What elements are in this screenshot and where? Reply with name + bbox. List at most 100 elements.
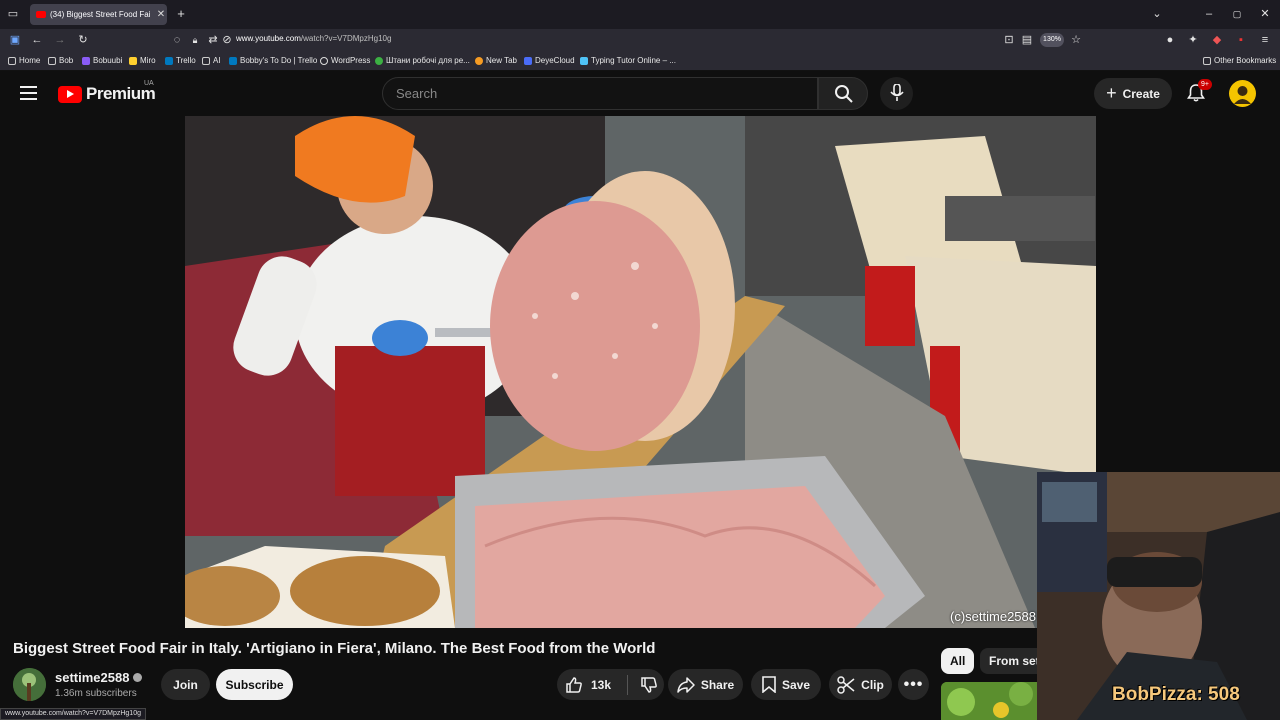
search-button[interactable] bbox=[818, 77, 868, 110]
notification-count-badge: 9+ bbox=[1198, 79, 1212, 90]
back-icon[interactable]: ← bbox=[30, 33, 44, 47]
typing-icon bbox=[580, 56, 588, 65]
thumbs-up-icon bbox=[566, 676, 582, 693]
lock-icon: 🔒︎ bbox=[192, 35, 198, 45]
bookmark-ai[interactable]: AI bbox=[202, 56, 221, 65]
folder-icon bbox=[8, 56, 16, 65]
bookmark-wordpress[interactable]: WordPress bbox=[320, 56, 370, 65]
join-button[interactable]: Join bbox=[161, 669, 210, 700]
tracking-icon[interactable]: ⊘ bbox=[220, 33, 234, 47]
tab-close-icon[interactable]: ✕ bbox=[155, 9, 167, 20]
bookmark-trello[interactable]: Trello bbox=[165, 56, 196, 65]
bookmarks-bar: Home Bob Bobuubi Miro Trello AI Bobby's … bbox=[0, 52, 1280, 71]
video-frame-image bbox=[185, 116, 1096, 628]
extension-icon[interactable]: ◆ bbox=[1210, 33, 1224, 47]
share-label: Share bbox=[700, 677, 735, 692]
bookmark-miro[interactable]: Miro bbox=[129, 56, 156, 65]
url-field[interactable]: www.youtube.com/watch?v=V7DMpzHg10g bbox=[236, 34, 391, 43]
new-tab-favicon-icon bbox=[475, 56, 483, 65]
create-label: Create bbox=[1122, 86, 1160, 101]
new-tab-icon[interactable]: + bbox=[174, 7, 188, 21]
chip-from-channel[interactable]: From sett bbox=[980, 648, 1037, 674]
browser-status-url: www.youtube.com/watch?v=V7DMpzHg10g bbox=[0, 708, 146, 720]
chip-all[interactable]: All bbox=[941, 648, 975, 674]
search-input[interactable]: Search bbox=[382, 77, 818, 110]
bookmark-typing-tutor[interactable]: Typing Tutor Online – ... bbox=[580, 56, 676, 65]
bookmark-bobbys-todo[interactable]: Bobby's To Do | Trello bbox=[229, 56, 317, 65]
maximize-icon[interactable]: ▢ bbox=[1230, 7, 1244, 21]
tab-list-icon[interactable]: ▭ bbox=[6, 7, 20, 21]
url-host: www.youtube.com bbox=[236, 34, 301, 43]
webcam-overlay: BobPizza: 508 bbox=[1037, 472, 1280, 720]
bobuubi-icon bbox=[82, 56, 90, 65]
overlay-score-text: BobPizza: 508 bbox=[1112, 684, 1240, 705]
subscriber-count: 1.36m subscribers bbox=[55, 688, 137, 699]
channel-name-label: settime2588 bbox=[55, 670, 130, 685]
forward-icon[interactable]: → bbox=[53, 33, 67, 47]
subscribe-button[interactable]: Subscribe bbox=[216, 669, 293, 700]
miro-icon bbox=[129, 56, 137, 65]
shield-icon[interactable]: ◌ bbox=[170, 33, 184, 47]
zoom-level[interactable]: 130% bbox=[1040, 33, 1064, 47]
share-arrow-icon bbox=[677, 676, 695, 693]
hamburger-menu-icon[interactable] bbox=[20, 86, 37, 100]
more-actions-button[interactable]: ••• bbox=[898, 669, 929, 700]
screenshot-icon[interactable]: ⊡ bbox=[1002, 33, 1016, 47]
microphone-icon bbox=[890, 84, 904, 101]
like-divider bbox=[627, 674, 629, 695]
extensions-icon[interactable]: ✦ bbox=[1186, 33, 1200, 47]
url-path: /watch?v=V7DMpzHg10g bbox=[300, 34, 392, 43]
scissors-icon bbox=[837, 675, 855, 694]
clip-button[interactable]: Clip bbox=[829, 669, 892, 700]
country-code: UA bbox=[144, 80, 154, 87]
bookmark-star-icon[interactable]: ☆ bbox=[1069, 33, 1083, 47]
reload-icon[interactable]: ↻ bbox=[76, 33, 90, 47]
window-close-icon[interactable]: ✕ bbox=[1258, 7, 1272, 21]
bookmark-bob[interactable]: Bob bbox=[48, 56, 73, 65]
browser-tab-bar: ▭ (34) Biggest Street Food Fair ✕ + ⌄ – … bbox=[0, 0, 1280, 29]
reader-view-icon[interactable]: ▤ bbox=[1020, 33, 1034, 47]
more-horizontal-icon: ••• bbox=[903, 675, 924, 693]
like-dislike-group: 13k bbox=[557, 669, 664, 700]
youtube-header: Premium UA Search + Create 9+ bbox=[0, 71, 1280, 116]
bookmark-bobuubi[interactable]: Bobuubi bbox=[82, 56, 122, 65]
channel-avatar[interactable] bbox=[13, 668, 46, 701]
thumbnail-image bbox=[941, 682, 1037, 720]
bookmark-home[interactable]: Home bbox=[8, 56, 40, 65]
join-label: Join bbox=[173, 677, 198, 692]
permissions-icon[interactable]: ⇄ bbox=[206, 33, 220, 47]
bookmark-deyecloud[interactable]: DeyeCloud bbox=[524, 56, 575, 65]
extension-badge-icon[interactable]: ▪ bbox=[1234, 33, 1248, 47]
bookmark-workwear[interactable]: Штани робочі для ре... bbox=[375, 56, 470, 65]
tab-title: (34) Biggest Street Food Fair bbox=[50, 10, 151, 19]
channel-name[interactable]: settime2588 bbox=[55, 670, 143, 685]
create-button[interactable]: + Create bbox=[1094, 78, 1172, 109]
verified-check-icon bbox=[133, 673, 143, 682]
save-button[interactable]: Save bbox=[751, 669, 821, 700]
folder-icon bbox=[1203, 56, 1211, 65]
shop-icon bbox=[375, 56, 383, 65]
menu-icon[interactable]: ≡ bbox=[1258, 33, 1272, 47]
dislike-button[interactable] bbox=[640, 676, 658, 694]
related-video-thumbnail[interactable] bbox=[941, 682, 1037, 720]
youtube-premium-logo[interactable]: Premium UA bbox=[58, 80, 156, 104]
tab-overflow-icon[interactable]: ⌄ bbox=[1150, 7, 1164, 21]
logo-wordmark: Premium bbox=[86, 84, 156, 103]
channel-avatar-image bbox=[13, 668, 46, 701]
account-icon[interactable]: ● bbox=[1163, 33, 1177, 47]
folder-icon bbox=[48, 56, 56, 65]
like-button[interactable]: 13k bbox=[565, 676, 611, 694]
bookmark-new-tab[interactable]: New Tab bbox=[475, 56, 517, 65]
save-label: Save bbox=[781, 677, 811, 692]
share-button[interactable]: Share bbox=[668, 669, 743, 700]
youtube-favicon-icon bbox=[36, 11, 46, 18]
video-player[interactable]: (c)settime2588 bbox=[185, 116, 1096, 628]
browser-tab-active[interactable]: (34) Biggest Street Food Fair ✕ bbox=[30, 4, 167, 25]
voice-search-button[interactable] bbox=[880, 77, 913, 110]
minimize-icon[interactable]: – bbox=[1202, 7, 1216, 21]
user-avatar[interactable] bbox=[1229, 80, 1256, 107]
subscribe-label: Subscribe bbox=[225, 677, 284, 692]
clip-label: Clip bbox=[861, 677, 884, 692]
other-bookmarks[interactable]: Other Bookmarks bbox=[1203, 56, 1276, 65]
sidebar-icon[interactable]: ▣ bbox=[8, 33, 22, 47]
